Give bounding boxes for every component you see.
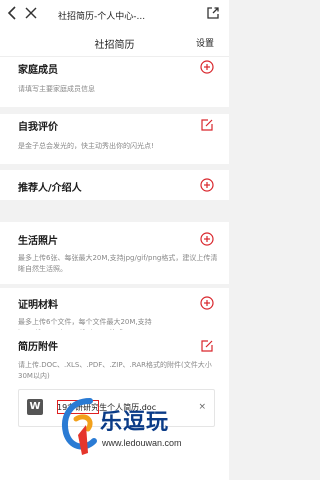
section-family: 家庭成员 请填写主要家庭成员信息 <box>0 57 229 107</box>
section-title: 推荐人/介绍人 <box>18 183 82 194</box>
remove-attachment-button[interactable]: × <box>198 402 206 412</box>
section-title: 简历附件 <box>18 342 58 353</box>
nav-bar: 社招简历 设置 <box>0 28 229 57</box>
section-desc: 是金子总会发光的，快主动秀出你的闪光点! <box>18 142 154 150</box>
page-title: 社招简历-个人中心-... <box>58 12 146 22</box>
section-title: 证明材料 <box>18 300 58 311</box>
settings-button[interactable]: 设置 <box>196 36 214 49</box>
top-bar: 社招简历-个人中心-... <box>0 0 229 28</box>
section-title: 自我评价 <box>18 122 58 133</box>
section-life-photos: 生活照片 最多上传6张、每张最大20M,支持jpg/gif/png格式，建议上传… <box>0 222 229 284</box>
section-referrer: 推荐人/介绍人 <box>0 170 229 200</box>
add-circle-icon[interactable] <box>200 60 214 74</box>
watermark-url: www.ledouwan.com <box>102 438 182 448</box>
nav-title: 社招简历 <box>94 40 135 51</box>
section-desc: 请填写主要家庭成员信息 <box>18 85 95 93</box>
section-self-evaluation: 自我评价 是金子总会发光的，快主动秀出你的闪光点! <box>0 114 229 164</box>
watermark-logo-icon <box>62 398 97 455</box>
add-circle-icon[interactable] <box>200 296 214 310</box>
watermark-brand: 乐逗玩 <box>100 409 170 435</box>
share-icon[interactable] <box>206 6 220 20</box>
section-title: 生活照片 <box>18 236 58 247</box>
close-icon[interactable] <box>25 7 37 19</box>
edit-icon[interactable] <box>200 118 214 132</box>
add-circle-icon[interactable] <box>200 232 214 246</box>
section-desc: 最多上传6张、每张最大20M,支持jpg/gif/png格式，建议上传清晰自然生… <box>18 254 218 273</box>
section-desc: 请上传.DOC、.XLS、.PDF、.ZIP、.RAR格式的附件(文件大小30M… <box>18 361 212 380</box>
word-file-icon: W <box>27 399 43 415</box>
section-title: 家庭成员 <box>18 65 58 76</box>
chevron-left-icon[interactable] <box>5 5 21 21</box>
add-circle-icon[interactable] <box>200 178 214 192</box>
edit-icon[interactable] <box>200 339 214 353</box>
